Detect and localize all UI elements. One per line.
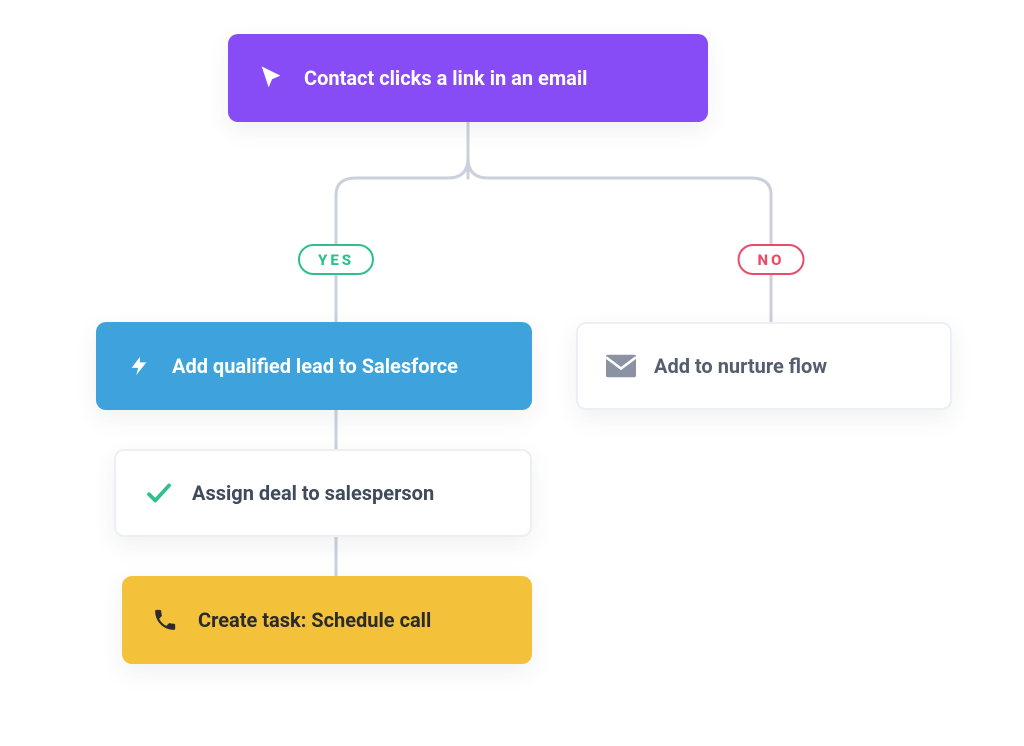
yes-step-1-label: Add qualified lead to Salesforce <box>172 354 458 378</box>
yes-step-1[interactable]: Add qualified lead to Salesforce <box>96 322 532 410</box>
no-branch-pill: NO <box>738 244 805 275</box>
trigger-label: Contact clicks a link in an email <box>304 66 587 90</box>
check-icon <box>144 478 174 508</box>
bolt-icon <box>124 351 154 381</box>
phone-icon <box>150 605 180 635</box>
automation-flow-diagram: Contact clicks a link in an email YES NO… <box>0 0 1024 746</box>
no-step-1-label: Add to nurture flow <box>654 354 827 378</box>
no-step-1[interactable]: Add to nurture flow <box>576 322 952 410</box>
cursor-icon <box>256 63 286 93</box>
yes-step-2-label: Assign deal to salesperson <box>192 481 434 505</box>
yes-branch-pill: YES <box>298 244 374 275</box>
envelope-icon <box>606 351 636 381</box>
yes-step-3-label: Create task: Schedule call <box>198 608 431 632</box>
yes-step-2[interactable]: Assign deal to salesperson <box>114 449 532 537</box>
yes-branch-label: YES <box>318 251 354 269</box>
yes-step-3[interactable]: Create task: Schedule call <box>122 576 532 664</box>
trigger-node[interactable]: Contact clicks a link in an email <box>228 34 708 122</box>
no-branch-label: NO <box>758 251 785 269</box>
